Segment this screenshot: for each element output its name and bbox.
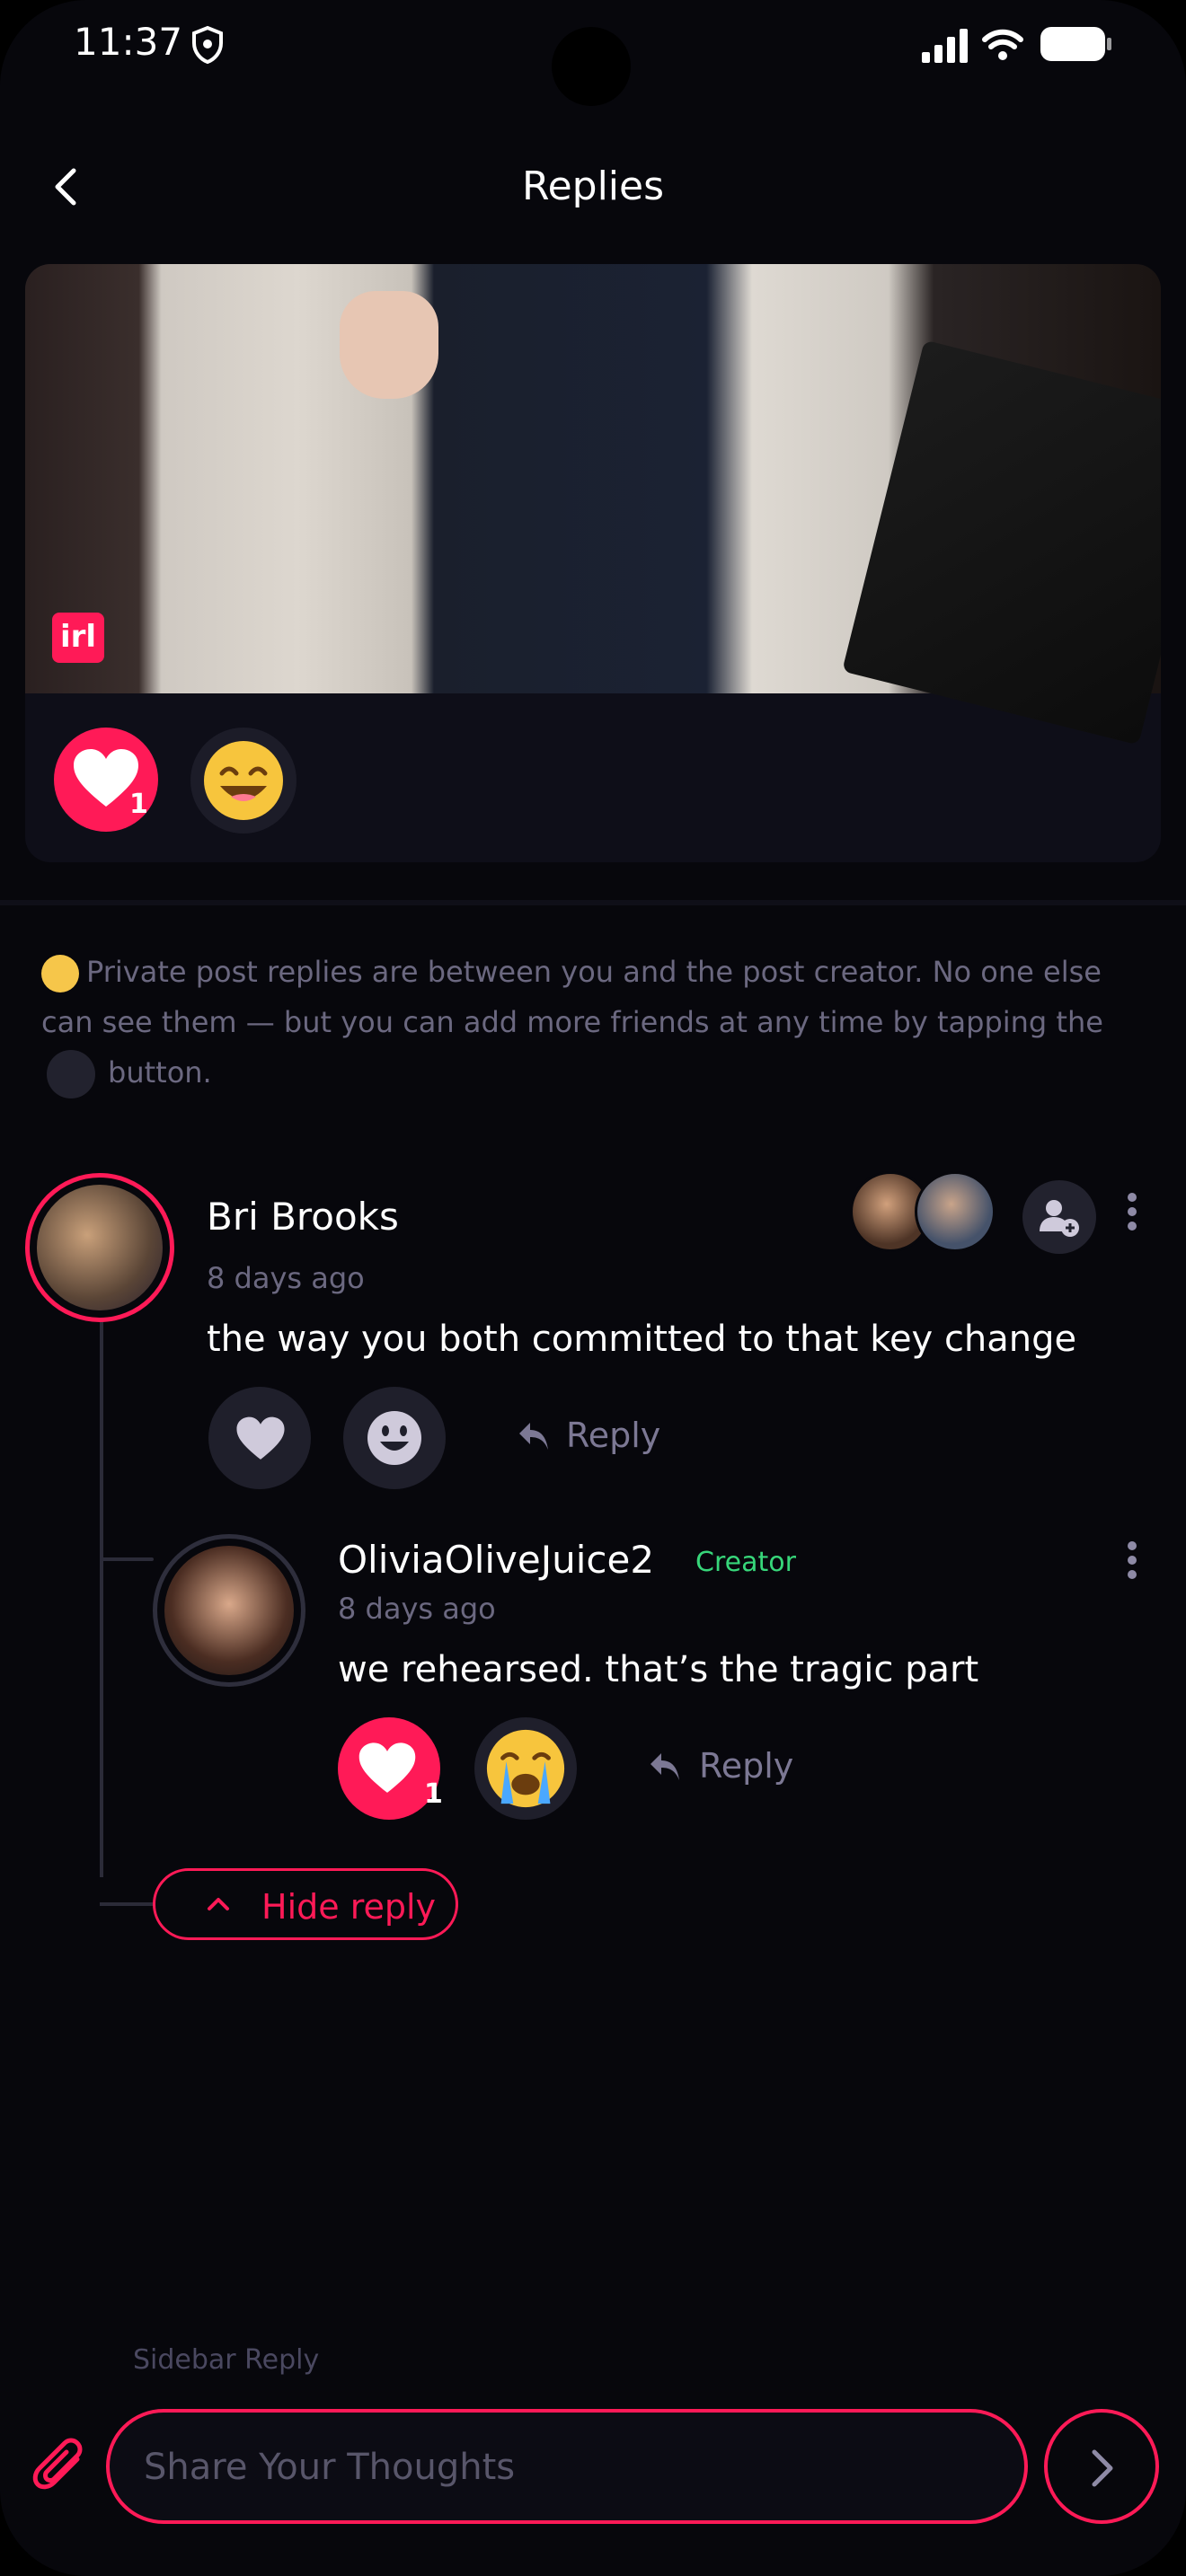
thread-branch-reply — [100, 1557, 154, 1561]
reply-menu-button[interactable] — [1123, 1536, 1141, 1590]
reply-label: Reply — [566, 1416, 661, 1455]
photo-hand — [340, 291, 438, 399]
send-button[interactable] — [1044, 2409, 1159, 2524]
reply-input-container[interactable] — [106, 2409, 1028, 2524]
add-friend-button[interactable] — [1022, 1180, 1096, 1254]
private-replies-info: Private post replies are between you and… — [41, 947, 1155, 1098]
reply-time: 8 days ago — [338, 1592, 496, 1626]
app-screen: 11:37 Replies irl 1 Private post replies… — [0, 0, 1186, 2576]
wifi-icon — [982, 29, 1023, 60]
heart-icon — [358, 1742, 416, 1793]
avatar-olivia[interactable] — [153, 1534, 305, 1687]
comment-like-button[interactable] — [208, 1387, 311, 1489]
reply-author[interactable]: OliviaOliveJuice2 — [338, 1538, 654, 1582]
comment-text: the way you both committed to that key c… — [207, 1319, 1077, 1360]
heart-reaction-button[interactable]: 1 — [54, 728, 158, 832]
add-person-icon — [1040, 1200, 1079, 1237]
reply-emoji-button[interactable] — [474, 1717, 577, 1820]
attach-button[interactable] — [27, 2434, 93, 2501]
reply-arrow-icon — [519, 1423, 548, 1450]
reply-like-button[interactable]: 1 — [338, 1717, 443, 1820]
shield-icon — [192, 25, 223, 65]
emoji-reaction-button[interactable] — [190, 728, 296, 834]
hide-reply-label: Hide reply — [261, 1887, 437, 1927]
thread-line — [100, 1320, 103, 1877]
post-card[interactable]: irl 1 — [25, 264, 1161, 862]
chevron-right-icon — [1092, 2449, 1113, 2487]
avatar-image — [164, 1546, 294, 1675]
hide-reply-button[interactable]: Hide reply — [153, 1868, 458, 1940]
nerd-emoji-icon — [41, 955, 79, 992]
comment-time: 8 days ago — [207, 1261, 365, 1295]
participant-avatar-2 — [915, 1171, 996, 1252]
crying-emoji-icon — [486, 1729, 565, 1808]
avatar-image — [37, 1185, 163, 1310]
heart-icon — [236, 1416, 285, 1460]
sidebar-reply-label: Sidebar Reply — [133, 2344, 320, 2376]
irl-badge: irl — [52, 613, 104, 663]
smiley-icon — [367, 1411, 421, 1465]
grinning-emoji-icon — [204, 741, 283, 820]
page-title: Replies — [521, 163, 665, 209]
reply-heart-count: 1 — [424, 1778, 443, 1810]
post-photo[interactable]: irl — [25, 264, 1161, 745]
info-text-2: button. — [108, 1055, 212, 1090]
photo-tablet — [842, 340, 1161, 745]
reply-input[interactable] — [142, 2430, 954, 2504]
comment-author[interactable]: Bri Brooks — [207, 1195, 399, 1239]
heart-count: 1 — [129, 789, 148, 820]
chevron-up-icon — [208, 1898, 229, 1910]
signal-icon — [922, 29, 968, 63]
info-text-1: Private post replies are between you and… — [41, 955, 1103, 1039]
reply-label: Reply — [699, 1746, 794, 1786]
reply-arrow-icon — [651, 1753, 679, 1780]
comment-menu-button[interactable] — [1123, 1187, 1141, 1241]
comment-emoji-button[interactable] — [343, 1387, 446, 1489]
avatar-bri-brooks[interactable] — [25, 1173, 174, 1322]
section-divider — [0, 900, 1186, 905]
thread-branch-hide — [100, 1902, 154, 1906]
battery-icon — [1040, 27, 1111, 61]
status-time: 11:37 — [74, 20, 183, 64]
creator-badge: Creator — [695, 1547, 796, 1578]
reply-text: we rehearsed. that’s the tragic part — [338, 1649, 979, 1690]
camera-notch — [552, 27, 631, 106]
add-friends-icon — [47, 1050, 95, 1098]
